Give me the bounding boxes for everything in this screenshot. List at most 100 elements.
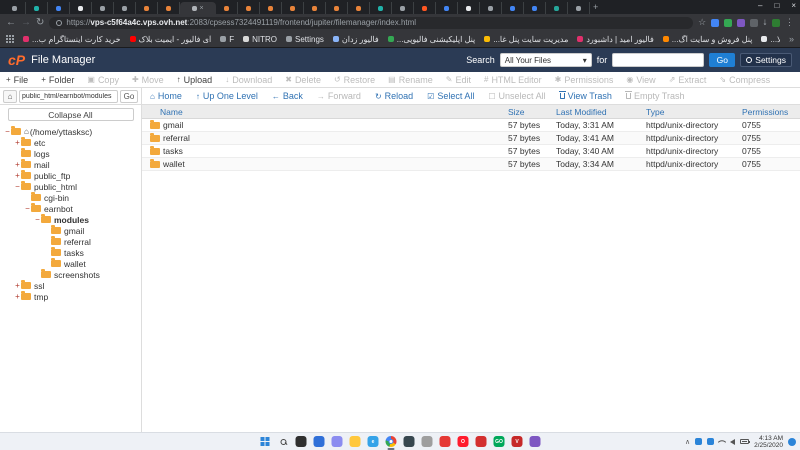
tree-toggle-icon[interactable]: −: [24, 204, 31, 213]
file-table-row[interactable]: referral 57 bytes Today, 3:41 AM httpd/u…: [142, 132, 800, 145]
tree-item[interactable]: − public_html: [0, 181, 141, 192]
tree-item[interactable]: − earnbot: [0, 203, 141, 214]
browser-tab[interactable]: [4, 2, 26, 14]
tree-toggle-icon[interactable]: +: [14, 171, 21, 180]
browse-toolbar-item[interactable]: ↻ Reload: [375, 91, 413, 101]
tab-close-icon[interactable]: ×: [199, 5, 203, 12]
start-button[interactable]: [260, 436, 271, 447]
bookmark-item[interactable]: F: [220, 35, 234, 44]
browser-tab[interactable]: [304, 2, 326, 14]
tree-item[interactable]: logs: [0, 148, 141, 159]
browser-tab[interactable]: [568, 2, 590, 14]
browser-tab[interactable]: [92, 2, 114, 14]
browser-tab[interactable]: [282, 2, 304, 14]
gray-app-icon[interactable]: [422, 436, 433, 447]
browser-tab[interactable]: [158, 2, 180, 14]
bookmark-item[interactable]: جلسه اول کلاس آنلا...: [761, 35, 780, 44]
path-go-button[interactable]: Go: [120, 90, 138, 103]
extension-icon[interactable]: [772, 19, 780, 27]
toolbar-item[interactable]: + Folder: [41, 75, 74, 85]
toolbar-item[interactable]: ▤ Rename: [388, 75, 433, 85]
new-tab-button[interactable]: +: [593, 2, 598, 12]
tree-toggle-icon[interactable]: −: [14, 182, 21, 191]
search-scope-select[interactable]: All Your Files ▾: [500, 53, 592, 67]
store-app-icon[interactable]: [404, 436, 415, 447]
tree-toggle-icon[interactable]: −: [4, 127, 11, 136]
purple-app-icon[interactable]: [530, 436, 541, 447]
browser-tab[interactable]: ×: [180, 2, 216, 14]
cpanel-logo[interactable]: cP: [8, 52, 25, 68]
toolbar-item[interactable]: ◉ View: [626, 75, 655, 85]
browser-tab[interactable]: [238, 2, 260, 14]
toolbar-item[interactable]: ⇗ Extract: [669, 75, 707, 85]
browser-tab[interactable]: [414, 2, 436, 14]
file-table-row[interactable]: tasks 57 bytes Today, 3:40 AM httpd/unix…: [142, 145, 800, 158]
browser-tab[interactable]: [48, 2, 70, 14]
downloads-icon[interactable]: ⭣: [763, 18, 767, 28]
bookmark-item[interactable]: مدیریت سایت پنل غا...: [484, 35, 568, 44]
browser-reload-icon[interactable]: ↻: [36, 18, 44, 28]
bookmark-item[interactable]: پنل فروش و سایت آگ...: [663, 35, 753, 44]
tray-chevron-icon[interactable]: ∧: [685, 438, 690, 446]
volume-icon[interactable]: [730, 439, 735, 445]
toolbar-item[interactable]: ↓ Download: [225, 75, 272, 85]
tree-item[interactable]: wallet: [0, 258, 141, 269]
tree-item[interactable]: tasks: [0, 247, 141, 258]
bookmark-item[interactable]: آی فالیور - ایمیت بلاک: [130, 35, 212, 44]
toolbar-item[interactable]: + File: [6, 75, 28, 85]
column-header-size[interactable]: Size: [508, 107, 556, 117]
browser-tab[interactable]: [436, 2, 458, 14]
wifi-icon[interactable]: [718, 437, 726, 445]
browse-toolbar-item[interactable]: ← Back: [272, 91, 303, 101]
tree-item[interactable]: − ⌂ (/home/yttasksc): [0, 126, 141, 137]
toolbar-item[interactable]: ⇘ Compress: [719, 75, 770, 85]
bookmarks-overflow-chevron[interactable]: »: [789, 34, 794, 44]
tree-item[interactable]: − modules: [0, 214, 141, 225]
tree-toggle-icon[interactable]: +: [14, 160, 21, 169]
browser-tab[interactable]: [502, 2, 524, 14]
toolbar-item[interactable]: ✎ Edit: [446, 75, 471, 85]
browser-tab[interactable]: [260, 2, 282, 14]
bookmark-item[interactable]: فالیور امید | داشبورد: [577, 35, 653, 44]
browser-tab[interactable]: [70, 2, 92, 14]
file-table-row[interactable]: gmail 57 bytes Today, 3:31 AM httpd/unix…: [142, 119, 800, 132]
site-settings-icon[interactable]: [56, 20, 62, 26]
red-app-icon[interactable]: [476, 436, 487, 447]
bookmark-item[interactable]: NITRO: [243, 35, 277, 44]
browser-tab[interactable]: [136, 2, 158, 14]
browser-tab[interactable]: [326, 2, 348, 14]
tree-item[interactable]: referral: [0, 236, 141, 247]
browser-tab[interactable]: [26, 2, 48, 14]
tree-item[interactable]: gmail: [0, 225, 141, 236]
tree-item[interactable]: + mail: [0, 159, 141, 170]
browse-toolbar-item[interactable]: → Forward: [317, 91, 361, 101]
extension-icon[interactable]: [711, 19, 719, 27]
browser-tab[interactable]: [546, 2, 568, 14]
toolbar-item[interactable]: ✱ Permissions: [555, 75, 614, 85]
file-explorer-icon[interactable]: [350, 436, 361, 447]
extension-icon[interactable]: [737, 19, 745, 27]
search-button[interactable]: [278, 436, 289, 447]
collapse-all-button[interactable]: Collapse All: [8, 108, 134, 121]
tree-toggle-icon[interactable]: +: [14, 292, 21, 301]
anydesk-icon[interactable]: [440, 436, 451, 447]
browser-tab[interactable]: [392, 2, 414, 14]
browse-toolbar-item[interactable]: ↑ Up One Level: [196, 91, 258, 101]
tree-toggle-icon[interactable]: +: [14, 281, 21, 290]
browser-tab[interactable]: [216, 2, 238, 14]
tree-item[interactable]: + public_ftp: [0, 170, 141, 181]
column-header-type[interactable]: Type: [646, 107, 742, 117]
teams-chat-icon[interactable]: [332, 436, 343, 447]
chrome-icon[interactable]: [386, 436, 397, 447]
search-input[interactable]: [612, 53, 704, 67]
tree-item[interactable]: + tmp: [0, 291, 141, 302]
column-header-permissions[interactable]: Permissions: [742, 107, 800, 117]
toolbar-item[interactable]: # HTML Editor: [484, 75, 542, 85]
browser-tab[interactable]: [370, 2, 392, 14]
browse-toolbar-item[interactable]: ⌂ Home: [150, 91, 182, 101]
bookmark-item[interactable]: پنل اپلیکیشنی فالیوپی...: [388, 35, 476, 44]
toolbar-item[interactable]: ▣ Copy: [87, 75, 119, 85]
browser-tab[interactable]: [524, 2, 546, 14]
puzzle-extensions-icon[interactable]: [750, 19, 758, 27]
browser-back-icon[interactable]: ←: [6, 18, 16, 28]
